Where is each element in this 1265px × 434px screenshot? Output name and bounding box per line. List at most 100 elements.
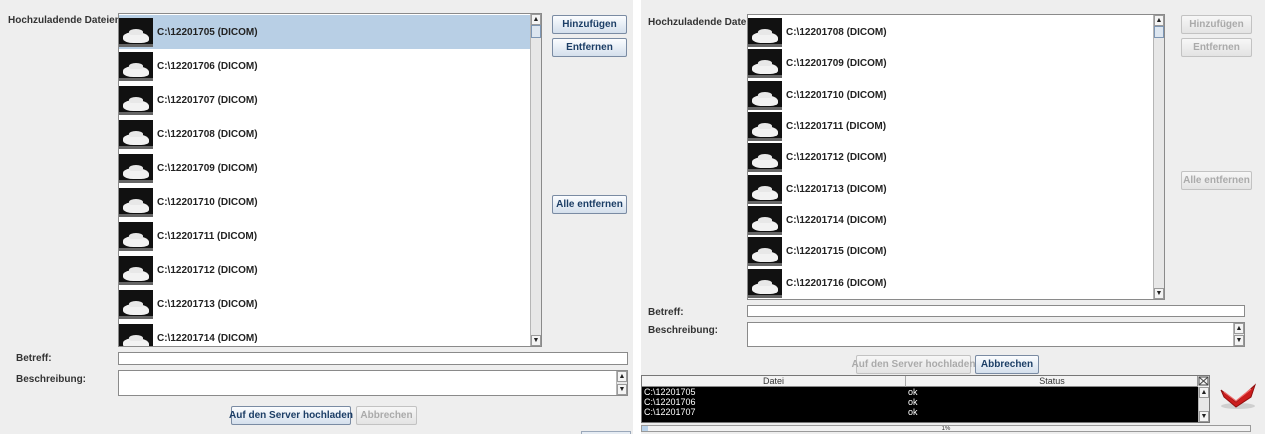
dicom-thumbnail-icon: [748, 80, 782, 110]
list-item-label: C:\12201705 (DICOM): [157, 26, 258, 38]
scroll-down-arrow[interactable]: ▼: [1154, 288, 1164, 299]
divider: [633, 0, 641, 434]
column-header-status[interactable]: Status: [906, 376, 1199, 387]
dicom-thumbnail-icon: [748, 18, 782, 48]
description-field[interactable]: ▲ ▼: [118, 370, 628, 396]
dicom-thumbnail-icon: [119, 51, 153, 81]
dicom-thumbnail-icon: [119, 153, 153, 183]
table-cell-file: C:\12201707: [644, 407, 696, 417]
list-item[interactable]: C:\12201705 (DICOM): [119, 15, 531, 49]
scroll-up-arrow[interactable]: ▲: [1199, 387, 1209, 398]
files-label: Hochzuladende Dateien:: [8, 15, 125, 26]
scroll-down-arrow[interactable]: ▼: [531, 335, 541, 346]
scroll-up-arrow[interactable]: ▲: [1234, 323, 1244, 334]
list-item-label: C:\12201706 (DICOM): [157, 60, 258, 72]
list-item[interactable]: C:\12201714 (DICOM): [748, 205, 1154, 236]
description-label: Beschreibung:: [16, 374, 87, 385]
list-item-label: C:\12201714 (DICOM): [157, 332, 258, 344]
scroll-up-arrow[interactable]: ▲: [1154, 15, 1164, 26]
remove-button[interactable]: Entfernen: [1181, 38, 1252, 57]
scroll-thumb[interactable]: [1154, 26, 1164, 38]
upload-button[interactable]: Auf den Server hochladen: [229, 406, 353, 425]
status-table[interactable]: Datei Status C:\12201705 ok C:\12201706 ok C…: [641, 375, 1210, 423]
cancel-button[interactable]: Abbrechen: [975, 355, 1039, 374]
list-item[interactable]: C:\12201709 (DICOM): [119, 151, 531, 185]
list-item[interactable]: C:\12201709 (DICOM): [748, 48, 1154, 79]
list-item[interactable]: C:\12201706 (DICOM): [119, 49, 531, 83]
list-item-label: C:\12201716 (DICOM): [786, 277, 887, 289]
red-check-icon: [1218, 381, 1258, 411]
description-field[interactable]: ▲ ▼: [747, 322, 1245, 347]
list-item[interactable]: C:\12201716 (DICOM): [748, 267, 1154, 298]
list-item-label: C:\12201708 (DICOM): [157, 128, 258, 140]
subject-label: Betreff:: [648, 307, 684, 318]
scroll-down-arrow[interactable]: ▼: [1234, 335, 1244, 346]
list-item[interactable]: C:\12201711 (DICOM): [748, 111, 1154, 142]
dicom-thumbnail-icon: [119, 85, 153, 115]
description-scrollbar[interactable]: ▲ ▼: [616, 371, 627, 395]
table-cell-file: C:\12201705: [644, 387, 696, 397]
list-item[interactable]: C:\12201712 (DICOM): [119, 253, 531, 287]
list-item[interactable]: C:\12201710 (DICOM): [748, 80, 1154, 111]
column-header-file[interactable]: Datei: [642, 376, 906, 387]
list-item-label: C:\12201707 (DICOM): [157, 94, 258, 106]
list-item[interactable]: C:\12201713 (DICOM): [748, 174, 1154, 205]
status-table-scrollbar[interactable]: ▲ ▼: [1198, 387, 1209, 422]
scroll-up-arrow[interactable]: ▲: [617, 371, 627, 382]
add-button[interactable]: Hinzufügen: [1181, 15, 1252, 34]
dicom-thumbnail-icon: [119, 187, 153, 217]
file-list-scrollbar[interactable]: ▲ ▼: [1153, 15, 1164, 299]
remove-all-button[interactable]: Alle entfernen: [552, 195, 627, 214]
list-item[interactable]: C:\12201711 (DICOM): [119, 219, 531, 253]
remove-button[interactable]: Entfernen: [552, 38, 627, 57]
dicom-thumbnail-icon: [119, 221, 153, 251]
file-list[interactable]: C:\12201708 (DICOM) C:\12201709 (DICOM) C:…: [747, 14, 1165, 300]
table-cell-status: ok: [908, 407, 918, 417]
add-button[interactable]: Hinzufügen: [552, 15, 627, 34]
list-item-label: C:\12201711 (DICOM): [786, 121, 887, 133]
list-item[interactable]: C:\12201712 (DICOM): [748, 142, 1154, 173]
list-item[interactable]: C:\12201707 (DICOM): [119, 83, 531, 117]
scroll-down-arrow[interactable]: ▼: [617, 384, 627, 395]
list-item-label: C:\12201710 (DICOM): [157, 196, 258, 208]
subject-label: Betreff:: [16, 353, 52, 364]
list-item-label: C:\12201714 (DICOM): [786, 214, 887, 226]
upload-button[interactable]: Auf den Server hochladen: [852, 355, 975, 374]
file-list-scrollbar[interactable]: ▲ ▼: [530, 14, 541, 346]
list-item-label: C:\12201712 (DICOM): [786, 152, 887, 164]
list-item-label: C:\12201709 (DICOM): [157, 162, 258, 174]
upload-dialog-left: Hochzuladende Dateien: C:\12201705 (DICO…: [0, 0, 633, 434]
dicom-thumbnail-icon: [119, 323, 153, 346]
scroll-thumb[interactable]: [531, 25, 541, 38]
dicom-thumbnail-icon: [748, 205, 782, 235]
dicom-thumbnail-icon: [748, 237, 782, 267]
list-item-label: C:\12201715 (DICOM): [786, 246, 887, 258]
list-item-label: C:\12201708 (DICOM): [786, 27, 887, 39]
list-item-label: C:\12201711 (DICOM): [157, 230, 258, 242]
table-cell-status: ok: [908, 397, 918, 407]
dicom-thumbnail-icon: [748, 143, 782, 173]
description-label: Beschreibung:: [648, 325, 719, 336]
dicom-thumbnail-icon: [748, 268, 782, 298]
list-item[interactable]: C:\12201708 (DICOM): [748, 17, 1154, 48]
file-list[interactable]: C:\12201705 (DICOM) C:\12201706 (DICOM) C:…: [118, 13, 542, 347]
remove-all-button[interactable]: Alle entfernen: [1181, 171, 1252, 190]
dicom-thumbnail-icon: [119, 289, 153, 319]
list-item-label: C:\12201709 (DICOM): [786, 58, 887, 70]
list-item[interactable]: C:\12201714 (DICOM): [119, 321, 531, 346]
dicom-thumbnail-icon: [119, 17, 153, 47]
list-item[interactable]: C:\12201710 (DICOM): [119, 185, 531, 219]
scroll-down-arrow[interactable]: ▼: [1199, 411, 1209, 422]
scroll-up-arrow[interactable]: ▲: [531, 14, 541, 25]
list-item[interactable]: C:\12201715 (DICOM): [748, 236, 1154, 267]
dicom-thumbnail-icon: [119, 255, 153, 285]
subject-field[interactable]: [747, 305, 1245, 317]
column-control-icon[interactable]: [1197, 376, 1209, 387]
cancel-button[interactable]: Abbrechen: [356, 406, 417, 425]
list-item[interactable]: C:\12201713 (DICOM): [119, 287, 531, 321]
subject-field[interactable]: [118, 352, 628, 365]
list-item[interactable]: C:\12201708 (DICOM): [119, 117, 531, 151]
dicom-thumbnail-icon: [748, 174, 782, 204]
list-item-label: C:\12201710 (DICOM): [786, 89, 887, 101]
description-scrollbar[interactable]: ▲ ▼: [1233, 323, 1244, 346]
